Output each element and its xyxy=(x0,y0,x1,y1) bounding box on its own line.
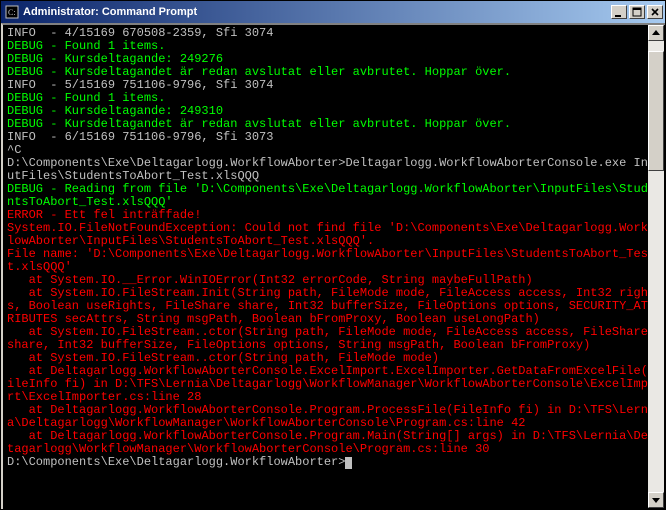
minimize-button[interactable] xyxy=(611,5,627,19)
window-title: Administrator: Command Prompt xyxy=(23,6,609,18)
prompt-text: D:\Components\Exe\Deltagarlogg.WorkflowA… xyxy=(7,455,345,469)
app-icon: C: xyxy=(5,5,19,19)
console-line: at Deltagarlogg.WorkflowAborterConsole.P… xyxy=(7,430,661,456)
console-line: at System.IO.FileStream.Init(String path… xyxy=(7,287,661,326)
svg-text:C:: C: xyxy=(8,8,16,17)
console-line: System.IO.FileNotFoundException: Could n… xyxy=(7,222,661,248)
window-buttons xyxy=(609,5,663,19)
scrollbar-thumb[interactable] xyxy=(648,51,664,171)
cmd-window: C: Administrator: Command Prompt INFO - … xyxy=(0,0,666,510)
close-button[interactable] xyxy=(647,5,663,19)
console-line: DEBUG - Reading from file 'D:\Components… xyxy=(7,183,661,209)
maximize-button[interactable] xyxy=(629,5,645,19)
titlebar[interactable]: C: Administrator: Command Prompt xyxy=(1,1,665,23)
console-output[interactable]: INFO - 4/15169 670508-2359, Sfi 3074DEBU… xyxy=(1,23,665,509)
prompt-line[interactable]: D:\Components\Exe\Deltagarlogg.WorkflowA… xyxy=(7,456,661,469)
console-line: at Deltagarlogg.WorkflowAborterConsole.E… xyxy=(7,365,661,404)
console-line: File name: 'D:\Components\Exe\Deltagarlo… xyxy=(7,248,661,274)
scroll-down-button[interactable] xyxy=(648,492,664,508)
scrollbar-track[interactable] xyxy=(648,41,664,492)
console-line: at Deltagarlogg.WorkflowAborterConsole.P… xyxy=(7,404,661,430)
scroll-up-button[interactable] xyxy=(648,25,664,41)
console-line: INFO - 6/15169 751106-9796, Sfi 3073 xyxy=(7,131,661,144)
vertical-scrollbar[interactable] xyxy=(648,25,664,508)
console-line: D:\Components\Exe\Deltagarlogg.WorkflowA… xyxy=(7,157,661,183)
console-line: at System.IO.FileStream..ctor(String pat… xyxy=(7,326,661,352)
cursor xyxy=(345,457,352,469)
